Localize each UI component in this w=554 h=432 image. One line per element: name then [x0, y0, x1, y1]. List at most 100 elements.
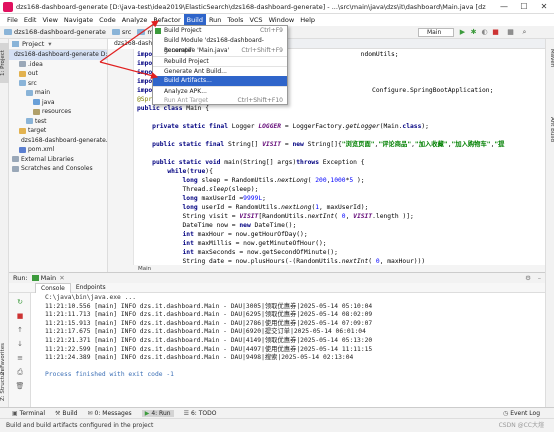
tab-maven[interactable]: Maven: [546, 43, 554, 73]
console-output[interactable]: C:\java\bin\java.exe ... 11:21:10.556 [ma…: [31, 293, 545, 407]
messages-icon: ✉: [87, 409, 93, 417]
menu-edit[interactable]: Edit: [21, 14, 40, 26]
bottom-tool-bar: ▣ Terminal ⚒ Build ✉ 0: Messages ▶ 4: Run ☰ 6…: [0, 407, 554, 418]
debug-icon[interactable]: ✱: [469, 28, 478, 37]
tree-item-label: .idea: [28, 60, 43, 68]
tree-item[interactable]: dzs168-dashboard-generate D:\java-test: [9, 50, 107, 60]
tree-item-label: target: [28, 127, 47, 134]
tab-messages[interactable]: ✉ 0: Messages: [87, 410, 131, 417]
build-menu-item-label: Build Module 'dzs168-dashboard-generate': [164, 37, 264, 54]
build-menu-item-label: Analyze APK...: [164, 88, 207, 95]
menu-analyze[interactable]: Analyze: [119, 14, 151, 26]
scroll-down-icon[interactable]: ↓: [15, 339, 25, 349]
project-panel-header: Project ▾: [9, 39, 107, 50]
stop-icon[interactable]: ■: [15, 311, 25, 321]
tree-item[interactable]: java: [9, 98, 107, 108]
tree-item[interactable]: main: [9, 88, 107, 98]
project-structure-icon[interactable]: ▦: [506, 28, 515, 37]
breadcrumb-project[interactable]: dzs168-dashboard-generate: [4, 28, 106, 36]
menu-navigate[interactable]: Navigate: [61, 14, 96, 26]
breadcrumb-src[interactable]: src: [111, 28, 131, 36]
build-menu-item: Run Ant Target Ctrl+Shift+F10: [153, 96, 287, 106]
tree-item[interactable]: out: [9, 69, 107, 79]
tab-terminal[interactable]: ▣ Terminal: [12, 410, 45, 417]
scroll-up-icon[interactable]: ↑: [15, 325, 25, 335]
tab-project[interactable]: 1: Project: [0, 43, 9, 83]
folder-icon: [33, 108, 40, 115]
build-menu-item[interactable]: Build Module 'dzs168-dashboard-generate': [153, 36, 287, 54]
title-bar: dzs168-dashboard-generate [D:\java-test\…: [0, 0, 554, 14]
folder-icon: [111, 29, 120, 35]
tree-item[interactable]: External Libraries: [9, 155, 107, 165]
tree-item[interactable]: .idea: [9, 60, 107, 70]
tab-console[interactable]: Console: [35, 282, 71, 293]
build-menu-item-label: Build Project: [164, 27, 202, 34]
status-message: Build and build artifacts configured in …: [6, 422, 154, 429]
gear-icon[interactable]: ⚙: [525, 274, 531, 282]
tree-item[interactable]: test: [9, 117, 107, 127]
tree-item[interactable]: target: [9, 126, 107, 136]
build-menu-item[interactable]: Build Artifacts...: [153, 76, 287, 86]
tree-item[interactable]: pom.xml: [9, 145, 107, 155]
run-config-label[interactable]: Main: [41, 274, 57, 282]
hide-panel-icon[interactable]: –: [538, 274, 541, 282]
build-menu-dropdown: Build Project Ctrl+F9 Build Module 'dzs168…: [152, 25, 288, 105]
minimize-button[interactable]: —: [494, 0, 514, 14]
status-bar: Build and build artifacts configured in …: [0, 418, 554, 432]
console-line: Process finished with exit code -1: [45, 371, 174, 379]
code-line: String visit = VISIT[RandomUtils.nextInt…: [137, 213, 414, 220]
maximize-button[interactable]: ☐: [514, 0, 534, 14]
menu-code[interactable]: Code: [96, 14, 119, 26]
tab-structure[interactable]: Z: Structure: [0, 365, 9, 405]
tree-item[interactable]: resources: [9, 107, 107, 117]
tab-todo[interactable]: ☰ 6: TODO: [184, 410, 217, 417]
trash-icon[interactable]: 🗑: [15, 381, 25, 391]
build-menu-item-label: Recompile 'Main.java': [164, 47, 230, 54]
tree-item-label: pom.xml: [28, 146, 55, 153]
code-line: public static void main(String[] args)th…: [152, 159, 365, 166]
build-menu-item[interactable]: Recompile 'Main.java' Ctrl+Shift+F9: [153, 46, 287, 56]
tab-build[interactable]: ⚒ Build: [55, 410, 77, 417]
search-icon[interactable]: ⌕: [520, 28, 529, 37]
menu-help[interactable]: Help: [297, 14, 318, 26]
run-icon[interactable]: ▶: [458, 28, 467, 37]
folder-icon: [137, 29, 146, 35]
tab-ant-build[interactable]: Ant Build: [546, 109, 554, 149]
tree-item[interactable]: dzs168-dashboard-generate.iml: [9, 136, 107, 146]
tree-item[interactable]: src: [9, 79, 107, 89]
code-line: while(true){: [167, 168, 213, 175]
tree-item[interactable]: Scratches and Consoles: [9, 164, 107, 174]
close-icon[interactable]: ✕: [59, 274, 64, 282]
console-line: 11:21:11.713 [main] INFO dzs.it.dashboar…: [45, 311, 373, 319]
soft-wrap-icon[interactable]: ≡: [15, 353, 25, 363]
folder-icon: [4, 29, 12, 35]
coverage-icon[interactable]: ◐: [480, 28, 489, 37]
menu-view[interactable]: View: [39, 14, 60, 26]
tree-item-label: java: [42, 98, 55, 106]
build-menu-item[interactable]: Analyze APK...: [153, 86, 287, 96]
build-menu-item[interactable]: Rebuild Project: [153, 56, 287, 66]
tree-item-label: External Libraries: [21, 155, 74, 163]
folder-icon: [33, 99, 40, 106]
tab-run[interactable]: ▶ 4: Run: [141, 409, 174, 417]
folder-icon: [26, 89, 33, 96]
stop-icon[interactable]: ■: [491, 28, 500, 37]
chevron-down-icon[interactable]: ▾: [48, 40, 51, 48]
menu-file[interactable]: File: [4, 14, 21, 26]
build-menu-item-label: Build Artifacts...: [164, 77, 212, 84]
tree-item-label: dzs168-dashboard-generate D:\java-test: [14, 51, 107, 58]
run-configuration-select[interactable]: Main: [418, 28, 454, 37]
code-line: private static final Logger LOGGER = Log…: [152, 123, 429, 130]
build-menu-item[interactable]: Generate Ant Build...: [153, 66, 287, 76]
build-menu-item-shortcut: Ctrl+F9: [260, 27, 283, 34]
tab-event-log[interactable]: ◷ Event Log: [503, 410, 540, 417]
tab-endpoints[interactable]: Endpoints: [71, 283, 111, 293]
close-button[interactable]: ✕: [534, 0, 554, 14]
build-menu-item[interactable]: Build Project Ctrl+F9: [153, 26, 287, 36]
folder-icon: [26, 118, 33, 125]
intellij-app-icon: [3, 2, 13, 12]
print-icon[interactable]: ⎙: [15, 367, 25, 377]
rerun-icon[interactable]: ↻: [15, 297, 25, 307]
hammer-icon: ⚒: [55, 409, 61, 417]
